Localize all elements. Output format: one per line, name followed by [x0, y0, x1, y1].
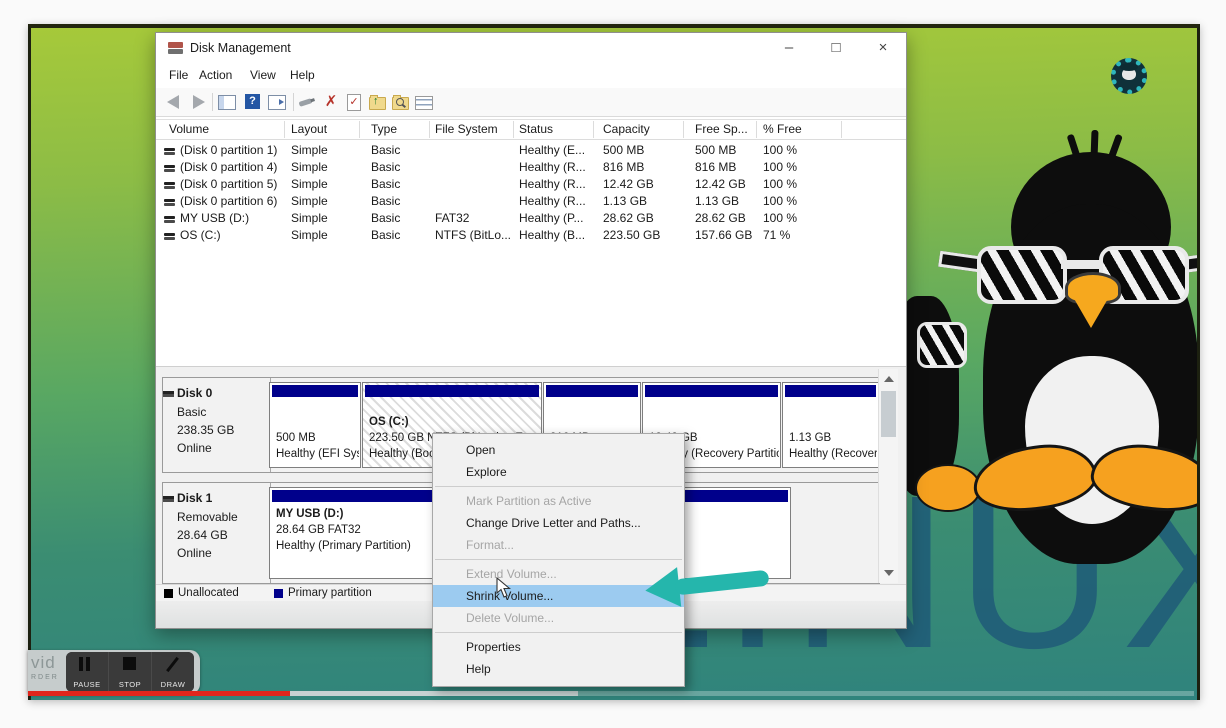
disk-management-app-icon — [168, 41, 184, 55]
disk1-label[interactable]: Disk 1 Removable 28.64 GB Online — [163, 483, 271, 583]
draw-button[interactable]: DRAW — [152, 652, 194, 692]
col-pctfree[interactable]: % Free — [763, 122, 802, 136]
unallocated-label: Unallocated — [178, 587, 239, 599]
recorder-brand-bottom: RDER — [31, 674, 65, 681]
window-title: Disk Management — [190, 41, 291, 55]
scroll-up-icon[interactable] — [884, 376, 894, 382]
toolbar: ? ✗ ✓ — [156, 88, 906, 117]
console-tree-icon[interactable] — [218, 93, 236, 111]
table-header-row: Volume Layout Type File System Status Ca… — [156, 120, 906, 140]
title-bar[interactable]: Disk Management – □ × — [156, 33, 906, 63]
video-progress-bar[interactable] — [28, 691, 1194, 696]
partition-color-bar — [645, 385, 778, 397]
col-status[interactable]: Status — [519, 122, 553, 136]
menu-item-format[interactable]: Format... — [433, 534, 684, 556]
forward-icon[interactable] — [189, 93, 207, 111]
context-menu: Open Explore Mark Partition as Active Ch… — [432, 433, 685, 687]
menu-item-mark-partition-active[interactable]: Mark Partition as Active — [433, 490, 684, 512]
menu-separator — [435, 632, 682, 633]
help-icon[interactable]: ? — [245, 93, 263, 111]
draw-pencil-icon — [166, 657, 179, 672]
volume-icon — [164, 216, 175, 219]
channel-logo-gear-icon — [1111, 58, 1147, 94]
menu-item-delete-volume[interactable]: Delete Volume... — [433, 607, 684, 629]
partition-color-bar — [272, 385, 358, 397]
show-action-pane-icon[interactable] — [268, 93, 286, 111]
partition-color-bar — [785, 385, 876, 397]
primary-partition-swatch — [274, 589, 283, 598]
menu-help[interactable]: Help — [290, 68, 315, 82]
volume-icon — [164, 233, 175, 236]
sunglasses-left-lens — [977, 246, 1067, 304]
menu-file[interactable]: File — [169, 68, 188, 82]
pause-icon — [79, 657, 83, 671]
col-volume[interactable]: Volume — [169, 122, 209, 136]
vertical-scrollbar[interactable] — [878, 369, 898, 583]
menu-bar: File Action View Help — [156, 63, 906, 89]
volume-list-pane: Volume Layout Type File System Status Ca… — [156, 119, 906, 367]
details-view-icon[interactable] — [415, 93, 433, 111]
pause-button[interactable]: PAUSE — [66, 652, 109, 692]
page: { "window": { "title": "Disk Management"… — [0, 0, 1226, 728]
unallocated-swatch — [164, 589, 173, 598]
stop-icon — [123, 657, 136, 670]
delete-icon[interactable]: ✗ — [322, 93, 340, 111]
recorder-brand-top: vid — [31, 654, 65, 671]
close-button[interactable]: × — [867, 37, 899, 59]
volume-icon — [164, 182, 175, 185]
col-capacity[interactable]: Capacity — [603, 122, 650, 136]
menu-action[interactable]: Action — [199, 68, 232, 82]
folder-find-icon[interactable] — [392, 93, 410, 111]
recorder-brand: vid RDER — [31, 654, 65, 681]
minimize-button[interactable]: – — [773, 37, 805, 59]
progress-played — [28, 691, 290, 696]
menu-item-explore[interactable]: Explore — [433, 461, 684, 483]
menu-separator — [435, 559, 682, 560]
menu-item-change-drive-letter[interactable]: Change Drive Letter and Paths... — [433, 512, 684, 534]
menu-separator — [435, 486, 682, 487]
partition-color-bar — [365, 385, 539, 397]
menu-view[interactable]: View — [250, 68, 276, 82]
table-row[interactable]: (Disk 0 partition 4)SimpleBasicHealthy (… — [156, 159, 906, 176]
maximize-button[interactable]: □ — [820, 37, 852, 59]
table-row[interactable]: (Disk 0 partition 6)SimpleBasicHealthy (… — [156, 193, 906, 210]
table-row[interactable]: OS (C:)SimpleBasicNTFS (BitLo...Healthy … — [156, 227, 906, 244]
pointer-tool-icon[interactable] — [299, 93, 317, 111]
back-icon[interactable] — [165, 93, 183, 111]
penguin-illustration — [933, 134, 1200, 654]
mouse-cursor — [496, 577, 512, 603]
menu-item-open[interactable]: Open — [433, 439, 684, 461]
stop-button[interactable]: STOP — [109, 652, 152, 692]
check-properties-icon[interactable]: ✓ — [345, 93, 363, 111]
scroll-down-icon[interactable] — [884, 570, 894, 576]
screen-recorder-widget: vid RDER PAUSE STOP DRAW — [28, 650, 200, 694]
menu-item-properties[interactable]: Properties — [433, 636, 684, 658]
col-layout[interactable]: Layout — [291, 122, 327, 136]
table-row[interactable]: MY USB (D:)SimpleBasicFAT32Healthy (P...… — [156, 210, 906, 227]
partition-block-efi[interactable]: 500 MBHealthy (EFI System Partition) — [269, 382, 361, 468]
disk-icon — [163, 496, 174, 499]
disk0-label[interactable]: Disk 0 Basic 238.35 GB Online — [163, 378, 271, 472]
partition-color-bar — [546, 385, 638, 397]
volume-icon — [164, 199, 175, 202]
menu-item-help[interactable]: Help — [433, 658, 684, 680]
recorder-button-panel: PAUSE STOP DRAW — [66, 652, 194, 692]
volume-icon — [164, 148, 175, 151]
col-filesystem[interactable]: File System — [435, 122, 498, 136]
table-row[interactable]: (Disk 0 partition 5)SimpleBasicHealthy (… — [156, 176, 906, 193]
folder-up-icon[interactable] — [369, 93, 387, 111]
col-freespace[interactable]: Free Sp... — [695, 122, 748, 136]
table-row[interactable]: (Disk 0 partition 1)SimpleBasicHealthy (… — [156, 142, 906, 159]
scrollbar-thumb[interactable] — [881, 391, 896, 437]
col-type[interactable]: Type — [371, 122, 397, 136]
volume-icon — [164, 165, 175, 168]
primary-partition-label: Primary partition — [288, 587, 372, 599]
partition-block-1gb[interactable]: 1.13 GBHealthy (Recovery Partition) — [782, 382, 879, 468]
disk-icon — [163, 391, 174, 394]
